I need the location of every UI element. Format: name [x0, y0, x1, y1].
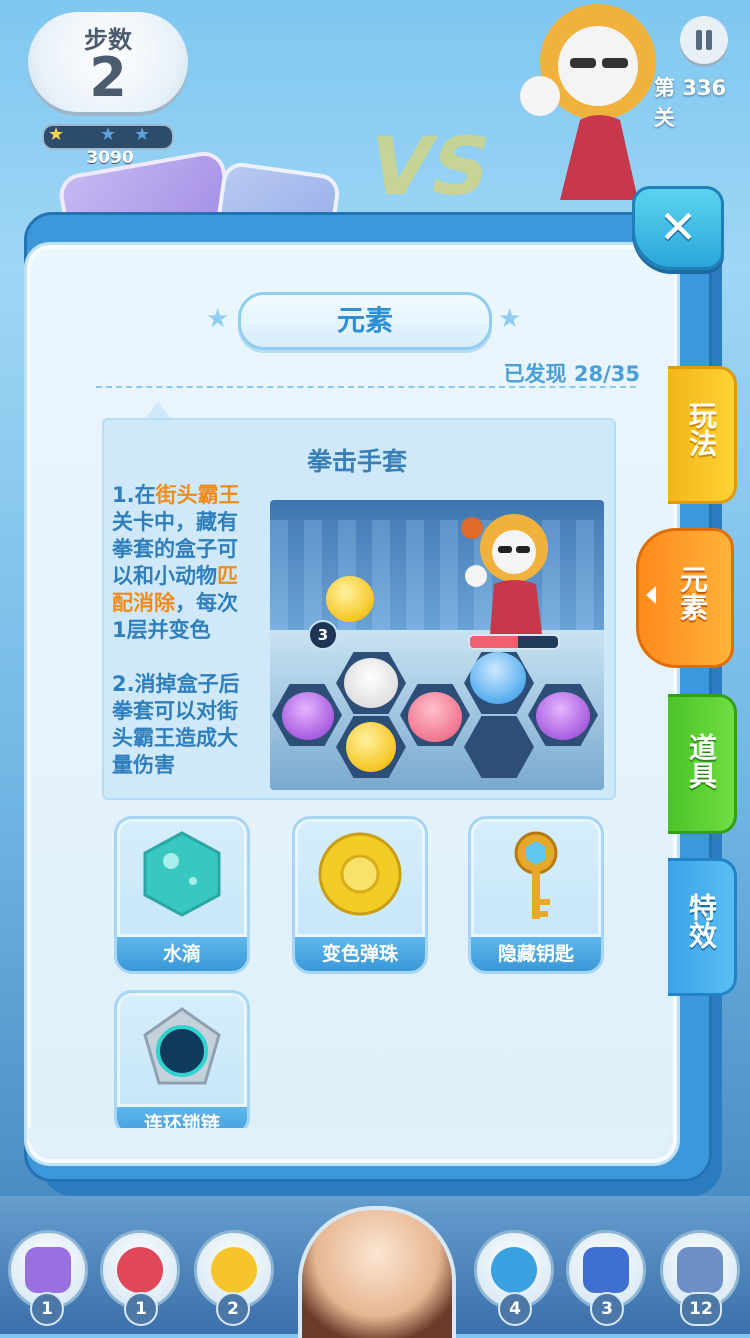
description-text: ，每次	[175, 591, 238, 615]
description-line: 以和小动物匹	[112, 563, 260, 590]
tab-effects-label: 特效	[685, 893, 718, 949]
section-title-text: 元素	[336, 304, 393, 337]
tab-play[interactable]: 玩法	[668, 366, 737, 504]
hammer-icon	[25, 1247, 71, 1293]
vs-banner: VS	[360, 120, 500, 213]
star-icon: ★	[206, 304, 230, 334]
description-line	[112, 644, 260, 671]
element-card-label: 变色弹珠	[295, 934, 425, 971]
element-card-label: 水滴	[117, 934, 247, 971]
tool-count: 2	[216, 1292, 250, 1326]
color-marble-icon	[318, 832, 402, 916]
panda-icon	[344, 658, 398, 708]
list-scroll-mask	[28, 1128, 668, 1156]
star-icon: ★	[134, 124, 151, 145]
element-detail-description: 1.在街头霸王 关卡中，藏有 拳套的盒子可 以和小动物匹 配消除，每次 1层并变色 2.消掉…	[112, 482, 260, 779]
box-layer-badge: 3	[308, 620, 338, 650]
element-card-water-drop[interactable]: 水滴	[114, 816, 250, 974]
active-tab-arrow-icon	[646, 586, 656, 604]
description-line: 配消除，每次	[112, 590, 260, 617]
tab-play-label: 玩法	[685, 401, 718, 457]
score-progress-bar: ★ ★ ★	[42, 124, 174, 150]
close-icon: ✕	[658, 200, 698, 254]
description-line: 量伤害	[112, 752, 260, 779]
description-line: 1.在街头霸王	[112, 482, 260, 509]
description-line: 2.消掉盒子后	[112, 671, 260, 698]
description-text: 量伤害	[112, 753, 175, 777]
balloon-icon	[211, 1247, 257, 1293]
hourglass-icon	[677, 1247, 723, 1293]
pause-button[interactable]	[680, 16, 728, 64]
element-preview-image: 3	[270, 500, 604, 790]
tool-count: 4	[498, 1292, 532, 1326]
star-icon: ★	[100, 124, 117, 145]
divider	[96, 386, 636, 388]
tab-props[interactable]: 道具	[668, 694, 737, 834]
description-line: 关卡中，藏有	[112, 509, 260, 536]
element-card-hidden-key[interactable]: 隐藏钥匙	[468, 816, 604, 974]
element-detail-title: 拳击手套	[306, 447, 407, 476]
section-title: 元素	[238, 292, 492, 350]
highlight-text: 配消除	[112, 591, 175, 615]
chick-icon	[346, 722, 396, 772]
star-icon: ★	[48, 124, 65, 145]
tool-count: 12	[680, 1292, 722, 1326]
description-text: 关卡中，藏有	[112, 510, 238, 534]
dice-icon	[583, 1247, 629, 1293]
description-line: 1层并变色	[112, 617, 260, 644]
rocket-icon	[117, 1247, 163, 1293]
star-icon: ★	[498, 304, 522, 334]
description-line: 拳套可以对街	[112, 698, 260, 725]
highlight-text: 街头霸王	[155, 483, 240, 507]
close-button[interactable]: ✕	[632, 186, 724, 270]
highlight-text: 匹	[217, 564, 238, 588]
detail-pointer	[146, 402, 170, 418]
description-text: 2.消掉盒子后	[112, 672, 240, 696]
element-card-color-marble[interactable]: 变色弹珠	[292, 816, 428, 974]
blue-blob-icon	[470, 652, 526, 704]
description-text: 拳套可以对街	[112, 699, 238, 723]
description-text: 拳套的盒子可	[112, 537, 238, 561]
description-line: 头霸王造成大	[112, 725, 260, 752]
level-indicator: 第 336 关	[654, 76, 727, 130]
steps-value: 2	[89, 46, 127, 109]
tool-count: 3	[590, 1292, 624, 1326]
hidden-key-icon	[514, 831, 558, 919]
purple-cat-icon	[536, 692, 590, 740]
chain-lock-icon	[143, 1007, 221, 1085]
tab-effects[interactable]: 特效	[668, 858, 737, 996]
discovered-count: 已发现 28/35	[503, 362, 640, 386]
hero-avatar	[298, 1206, 456, 1338]
chick-icon	[326, 576, 374, 622]
swap-icon	[491, 1247, 537, 1293]
description-line: 拳套的盒子可	[112, 536, 260, 563]
boss-hp-fill	[470, 636, 519, 648]
element-card-label: 隐藏钥匙	[471, 934, 601, 971]
pink-fluff-icon	[408, 692, 462, 742]
steps-counter: 步数 2	[28, 12, 188, 112]
tool-count: 1	[30, 1292, 64, 1326]
tab-elements-label: 元素	[676, 565, 709, 621]
description-text: 1层并变色	[112, 618, 211, 642]
tab-props-label: 道具	[685, 733, 718, 789]
description-text: 头霸王造成大	[112, 726, 238, 750]
tool-count: 1	[124, 1292, 158, 1326]
water-drop-icon	[143, 831, 221, 917]
description-text: 1.在	[112, 483, 156, 507]
purple-cat-icon	[282, 692, 334, 740]
boss-hp-bar	[468, 634, 560, 650]
description-text: 以和小动物	[112, 564, 217, 588]
element-card-chain-lock[interactable]: 连环锁链	[114, 990, 250, 1136]
boss-lion-character	[520, 4, 656, 200]
